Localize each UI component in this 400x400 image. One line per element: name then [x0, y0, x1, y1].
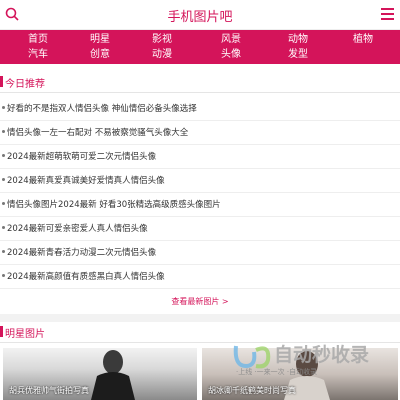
bullet-icon [2, 226, 5, 229]
more-link[interactable]: 查看最新图片 > [0, 296, 400, 307]
list-item-title[interactable]: 2024最新真爱真诚美好爱情真人情侣头像 [7, 174, 165, 186]
watermark-text: 自动秒收录 [274, 344, 370, 366]
star-photo-card[interactable]: 胡兵优雅帅气街拍写真 [3, 348, 197, 400]
menu-icon[interactable] [381, 8, 394, 20]
section-marker [0, 76, 3, 87]
watermark-subtext: ·上线 ·一来一次 ·自动收录 [236, 368, 318, 376]
list-item[interactable]: 2024最新可爱亲密爱人真人情侣头像 [0, 216, 400, 241]
category-nav: 首页 明星 影视 风景 动物 植物 汽车 创意 动漫 头像 发型 [0, 30, 400, 64]
nav-item-scenery[interactable]: 风景 [206, 33, 256, 47]
list-item[interactable]: 情侣头像一左一右配对 不易被察觉骚气头像大全 [0, 120, 400, 145]
list-item-title[interactable]: 情侣头像一左一右配对 不易被察觉骚气头像大全 [7, 126, 188, 138]
nav-item-avatar[interactable]: 头像 [206, 48, 256, 62]
bullet-icon [2, 154, 5, 157]
site-title[interactable]: 手机图片吧 [0, 6, 400, 25]
nav-item-plants[interactable]: 植物 [338, 33, 388, 47]
list-item[interactable]: 2024最新超萌软萌可爱二次元情侣头像 [0, 144, 400, 169]
watermark-overlay: 自动秒收录 ·上线 ·一来一次 ·自动收录 [230, 338, 390, 382]
section-title-stars: 明星图片 [5, 329, 45, 340]
nav-item-animals[interactable]: 动物 [273, 33, 323, 47]
watermark-logo-icon [233, 345, 271, 369]
nav-item-stars[interactable]: 明星 [75, 33, 125, 47]
nav-item-creative[interactable]: 创意 [75, 48, 125, 62]
bullet-icon [2, 106, 5, 109]
list-item[interactable]: 情侣头像图片2024最新 好看30张精选高级质感头像图片 [0, 192, 400, 217]
nav-item-cars[interactable]: 汽车 [13, 48, 63, 62]
bullet-icon [2, 250, 5, 253]
bullet-icon [2, 130, 5, 133]
list-item[interactable]: 2024最新真爱真诚美好爱情真人情侣头像 [0, 168, 400, 193]
list-item[interactable]: 好看的不是指双人情侣头像 神仙情侣必备头像选择 [0, 96, 400, 121]
section-marker [0, 326, 3, 337]
list-item-title[interactable]: 情侣头像图片2024最新 好看30张精选高级质感头像图片 [7, 198, 221, 210]
bullet-icon [2, 274, 5, 277]
section-title-today: 今日推荐 [5, 79, 45, 90]
list-item-title[interactable]: 2024最新高颜值有质感黑白真人情侣头像 [7, 270, 165, 282]
nav-item-film[interactable]: 影视 [137, 33, 187, 47]
bullet-icon [2, 202, 5, 205]
list-item-title[interactable]: 2024最新可爱亲密爱人真人情侣头像 [7, 222, 148, 234]
list-item-title[interactable]: 2024最新青春活力动漫二次元情侣头像 [7, 246, 156, 258]
list-item-title[interactable]: 好看的不是指双人情侣头像 神仙情侣必备头像选择 [7, 102, 197, 114]
photo-caption[interactable]: 胡兵优雅帅气街拍写真 [9, 385, 89, 396]
section-divider [0, 314, 400, 322]
photo-caption[interactable]: 胡冰卿千纸鹤美时尚写真 [208, 385, 296, 396]
nav-item-hairstyle[interactable]: 发型 [273, 48, 323, 62]
list-item[interactable]: 2024最新高颜值有质感黑白真人情侣头像 [0, 264, 400, 289]
list-item[interactable]: 2024最新青春活力动漫二次元情侣头像 [0, 240, 400, 265]
section-today: 今日推荐 [0, 72, 400, 93]
bullet-icon [2, 178, 5, 181]
nav-item-anime[interactable]: 动漫 [137, 48, 187, 62]
nav-item-home[interactable]: 首页 [13, 33, 63, 47]
top-header: 手机图片吧 [0, 0, 400, 30]
list-item-title[interactable]: 2024最新超萌软萌可爱二次元情侣头像 [7, 150, 156, 162]
